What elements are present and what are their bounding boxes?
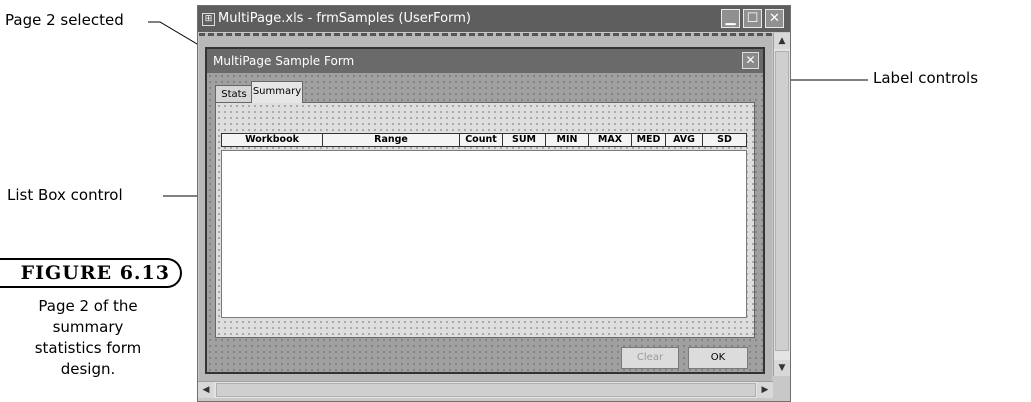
vertical-scrollbar[interactable]: ▲ ▼: [773, 33, 790, 376]
callout-list-box-control: List Box control: [7, 186, 123, 204]
window-title-bar[interactable]: ⊞ MultiPage.xls - frmSamples (UserForm) …: [198, 6, 790, 32]
close-icon: ✕: [745, 53, 756, 67]
horizontal-scroll-thumb[interactable]: [216, 383, 756, 397]
window-title: MultiPage.xls - frmSamples (UserForm): [218, 11, 471, 26]
ok-button[interactable]: OK: [688, 347, 748, 369]
label-sd: SD: [702, 133, 747, 147]
label-min: MIN: [545, 133, 589, 147]
form-title: MultiPage Sample Form: [213, 54, 355, 68]
form-close-button[interactable]: ✕: [742, 52, 759, 69]
figure-caption: Page 2 of the summary statistics form de…: [0, 296, 176, 380]
form-body: Stats Summary Workbook Range Count SUM M…: [207, 73, 763, 372]
summary-list-box[interactable]: [221, 150, 747, 318]
label-avg: AVG: [665, 133, 703, 147]
close-icon: ✕: [769, 11, 780, 26]
scroll-left-icon[interactable]: ◀: [198, 382, 214, 398]
figure-caption-line: design.: [60, 360, 116, 378]
tab-stats[interactable]: Stats: [215, 85, 253, 103]
window-menu-icon[interactable]: ⊞: [202, 13, 215, 26]
figure-caption-line: summary: [52, 318, 124, 336]
maximize-button[interactable]: ☐: [743, 9, 762, 28]
label-range: Range: [322, 133, 460, 147]
horizontal-scrollbar[interactable]: ◀ ▶: [198, 381, 773, 398]
label-workbook: Workbook: [221, 133, 323, 147]
scroll-down-icon[interactable]: ▼: [774, 360, 790, 376]
scroll-up-icon[interactable]: ▲: [774, 33, 790, 49]
user-form[interactable]: MultiPage Sample Form ✕ Stats Summary Wo…: [205, 47, 765, 374]
clear-button[interactable]: Clear: [621, 347, 679, 369]
label-count: Count: [459, 133, 503, 147]
vertical-scroll-thumb[interactable]: [775, 51, 789, 351]
scroll-right-icon[interactable]: ▶: [757, 382, 773, 398]
multipage-page-summary: Workbook Range Count SUM MIN MAX MED AVG…: [215, 102, 755, 338]
figure-number: FIGURE 6.13: [0, 258, 182, 288]
maximize-icon: ☐: [746, 11, 759, 26]
callout-page2-selected: Page 2 selected: [5, 11, 124, 29]
label-max: MAX: [588, 133, 632, 147]
form-title-bar: MultiPage Sample Form ✕: [207, 49, 763, 73]
callout-label-controls: Label controls: [873, 69, 979, 87]
label-med: MED: [631, 133, 666, 147]
minimize-icon: ▁: [725, 11, 736, 26]
tab-summary[interactable]: Summary: [251, 81, 303, 103]
label-sum: SUM: [502, 133, 546, 147]
vbe-designer-window: ⊞ MultiPage.xls - frmSamples (UserForm) …: [197, 5, 791, 402]
figure-caption-line: statistics form: [34, 339, 142, 357]
minimize-button[interactable]: ▁: [721, 9, 740, 28]
figure-caption-line: Page 2 of the: [38, 297, 138, 315]
close-button[interactable]: ✕: [765, 9, 784, 28]
